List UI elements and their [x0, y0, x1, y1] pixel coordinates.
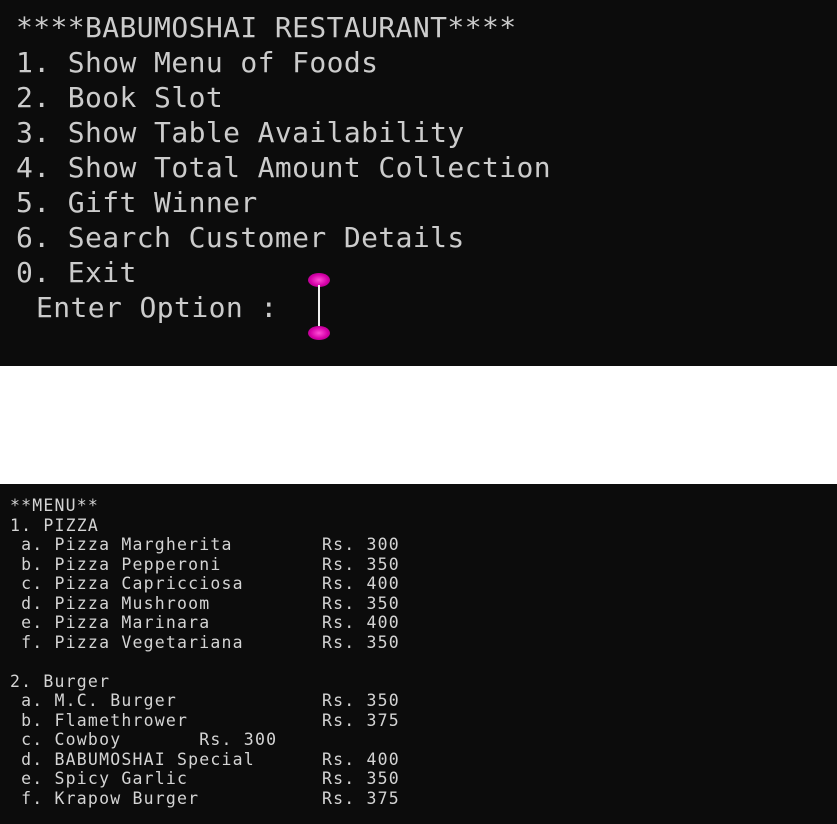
text-cursor-icon[interactable]	[306, 273, 332, 343]
menu-item-name: f. Pizza Vegetariana	[10, 632, 244, 652]
menu-item: c. Cowboy Rs. 300	[10, 730, 837, 750]
menu-item-name: f. Krapow Burger	[10, 788, 200, 808]
menu-item-name: e. Spicy Garlic	[10, 769, 189, 788]
menu-item-name: d. BABUMOSHAI Special	[10, 749, 255, 769]
menu-item-name: a. Pizza Margherita	[10, 535, 233, 554]
menu-item-name: c. Cowboy Rs. 300	[10, 730, 278, 749]
section-title-pizza: 1. PIZZA	[10, 515, 100, 535]
menu-item-price: Rs. 375	[322, 788, 400, 808]
menu-item-price: Rs. 400	[322, 574, 400, 593]
menu-option-gift-winner: 5. Gift Winner	[16, 186, 258, 219]
cursor-bottom-handle[interactable]	[308, 326, 330, 340]
menu-item-name: b. Pizza Pepperoni	[10, 554, 222, 574]
menu-item: a. Pizza Margherita Rs. 300	[10, 535, 837, 555]
section-title-burger: 2. Burger	[10, 671, 111, 691]
menu-item-name: d. Pizza Mushroom	[10, 593, 211, 613]
menu-item: b. Flamethrower Rs. 375	[10, 711, 837, 731]
menu-item: f. Pizza Vegetariana Rs. 350	[10, 633, 837, 653]
menu-item: e. Spicy Garlic Rs. 350	[10, 769, 837, 789]
menu-option-table-availability: 3. Show Table Availability	[16, 116, 465, 149]
menu-item: a. M.C. Burger Rs. 350	[10, 691, 837, 711]
menu-item: d. Pizza Mushroom Rs. 350	[10, 594, 837, 614]
menu-item: d. BABUMOSHAI Special Rs. 400	[10, 750, 837, 770]
menu-item-name: c. Pizza Capricciosa	[10, 574, 244, 593]
menu-item-price: Rs. 300	[322, 535, 400, 554]
menu-item-price: Rs. 400	[322, 749, 400, 769]
menu-option-search-customer: 6. Search Customer Details	[16, 221, 465, 254]
menu-item-price: Rs. 350	[322, 632, 400, 652]
menu-item-price: Rs. 350	[322, 554, 400, 574]
food-menu-console: **MENU** 1. PIZZA a. Pizza Margherita Rs.…	[0, 484, 837, 824]
cursor-bar	[318, 285, 320, 329]
menu-item-name: b. Flamethrower	[10, 710, 189, 730]
menu-item-price: Rs. 400	[322, 613, 400, 632]
menu-option-exit: 0. Exit	[16, 256, 137, 289]
option-input-prompt[interactable]: Enter Option :	[16, 290, 837, 325]
menu-item: e. Pizza Marinara Rs. 400	[10, 613, 837, 633]
menu-option-show-menu: 1. Show Menu of Foods	[16, 46, 379, 79]
menu-item: c. Pizza Capricciosa Rs. 400	[10, 574, 837, 594]
menu-header: **MENU**	[10, 496, 100, 515]
menu-item: f. Krapow Burger Rs. 375	[10, 789, 837, 809]
menu-item: b. Pizza Pepperoni Rs. 350	[10, 555, 837, 575]
menu-item-price: Rs. 350	[322, 691, 400, 710]
restaurant-main-menu-console: ****BABUMOSHAI RESTAURANT**** 1. Show Me…	[0, 0, 837, 366]
menu-option-total-amount: 4. Show Total Amount Collection	[16, 151, 551, 184]
prompt-label: Enter Option :	[36, 291, 278, 324]
menu-item-price: Rs. 375	[322, 710, 400, 730]
menu-option-book-slot: 2. Book Slot	[16, 81, 224, 114]
menu-item-name: a. M.C. Burger	[10, 691, 178, 710]
console-title: ****BABUMOSHAI RESTAURANT****	[16, 11, 517, 44]
menu-item-name: e. Pizza Marinara	[10, 613, 211, 632]
menu-item-price: Rs. 350	[322, 769, 400, 788]
menu-item-price: Rs. 350	[322, 593, 400, 613]
